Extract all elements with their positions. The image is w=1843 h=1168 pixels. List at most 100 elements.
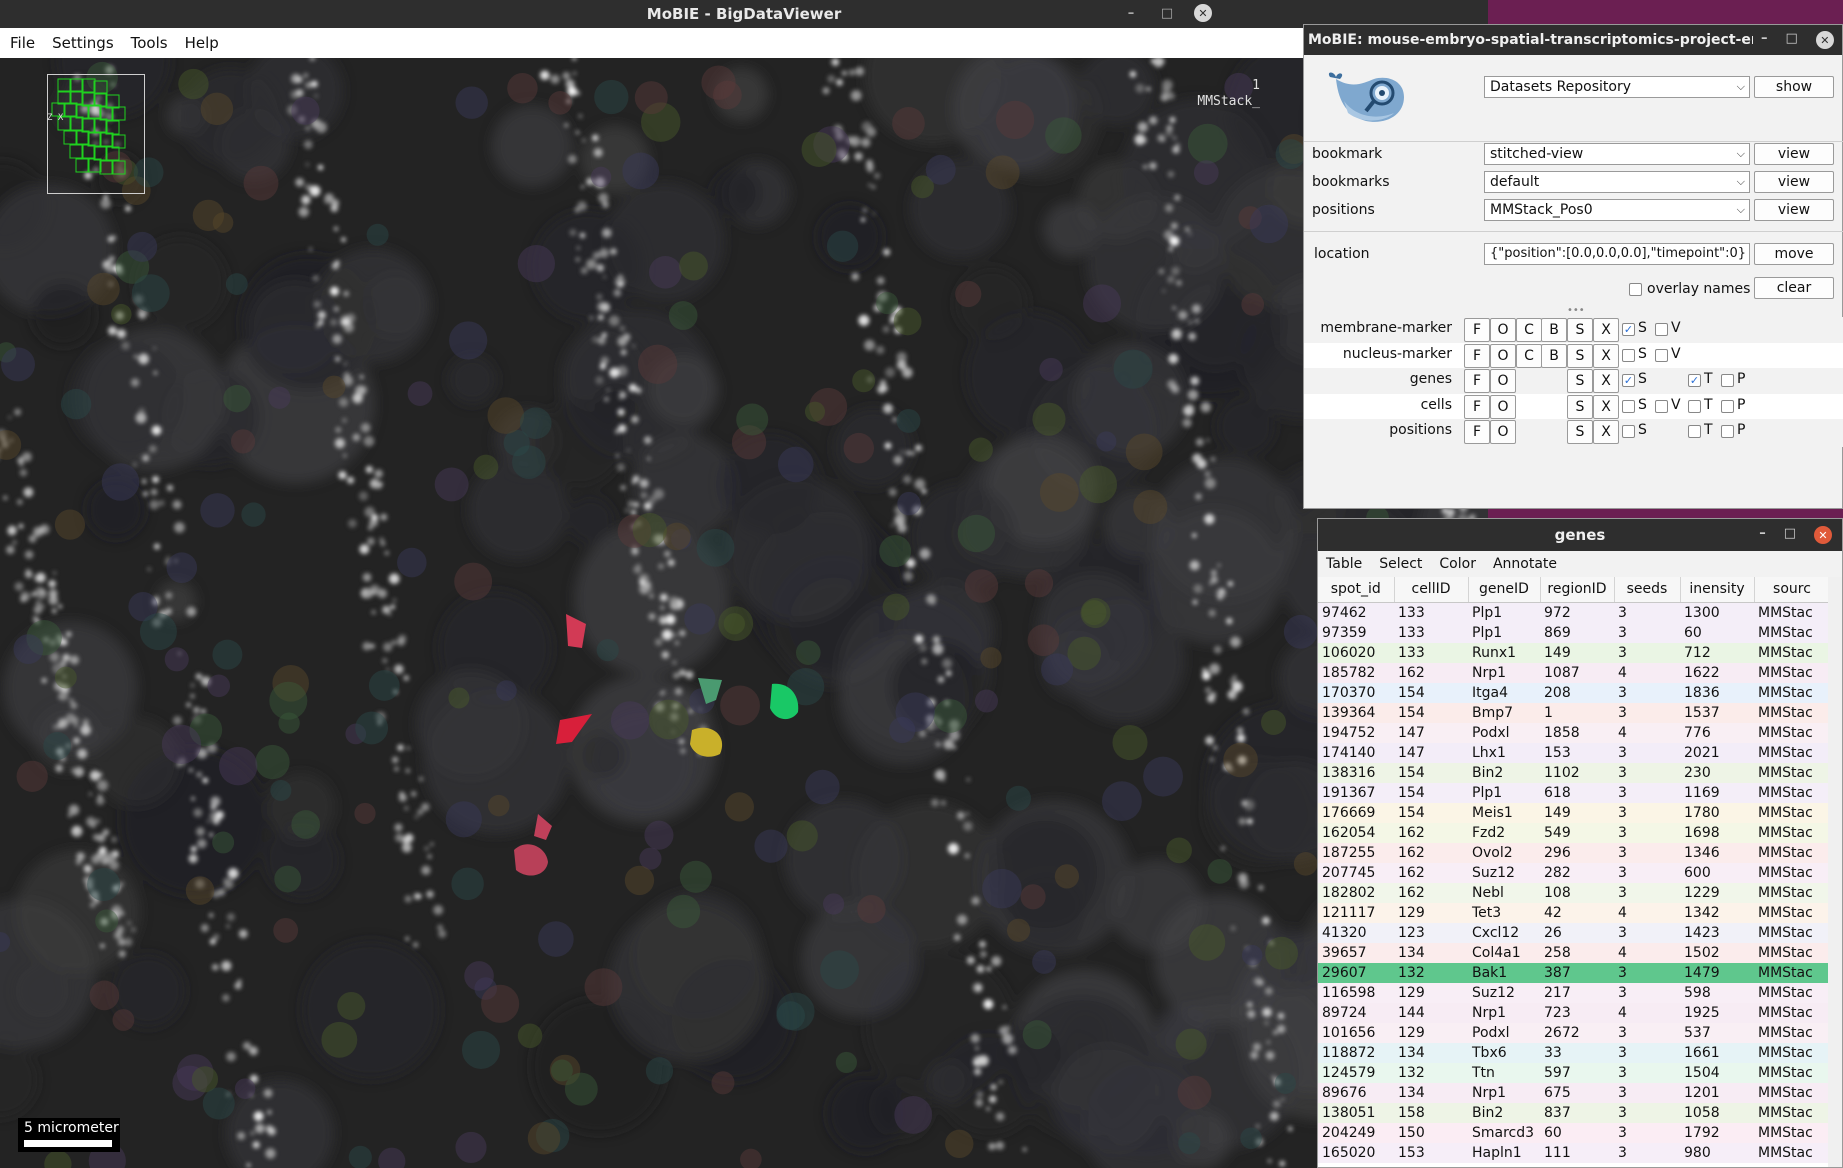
- table-row[interactable]: 29607 132 Bak1 387 3 1479 MMStac: [1318, 962, 1830, 983]
- menu-annotate[interactable]: Annotate: [1493, 556, 1557, 572]
- menu-tools[interactable]: Tools: [131, 34, 168, 52]
- menu-file[interactable]: File: [10, 34, 35, 52]
- source-genes-f-button[interactable]: F: [1464, 369, 1490, 393]
- close-icon[interactable]: ✕: [1194, 4, 1212, 22]
- menu-select[interactable]: Select: [1379, 556, 1422, 572]
- source-positions-o-button[interactable]: O: [1490, 420, 1516, 444]
- source-positions-t-checkbox[interactable]: [1688, 425, 1701, 438]
- source-positions-s-checkbox[interactable]: [1622, 425, 1635, 438]
- source-cells-f-button[interactable]: F: [1464, 395, 1490, 419]
- source-membrane-marker-c-button[interactable]: C: [1516, 318, 1542, 342]
- source-genes-t-checkbox[interactable]: ✓: [1688, 374, 1701, 387]
- clear-button[interactable]: clear: [1754, 277, 1834, 299]
- table-scrollbar[interactable]: [1828, 577, 1842, 1167]
- table-row[interactable]: 138316 154 Bin2 1102 3 230 MMStac: [1318, 762, 1830, 783]
- table-row[interactable]: 41320 123 Cxcl12 26 3 1423 MMStac: [1318, 922, 1830, 943]
- table-row[interactable]: 101656 129 Podxl 2672 3 537 MMStac: [1318, 1022, 1830, 1043]
- table-row[interactable]: 176669 154 Meis1 149 3 1780 MMStac: [1318, 802, 1830, 823]
- table-row[interactable]: 185782 162 Nrp1 1087 4 1622 MMStac: [1318, 662, 1830, 683]
- table-row[interactable]: 118872 134 Tbx6 33 3 1661 MMStac: [1318, 1042, 1830, 1063]
- source-genes-p-checkbox[interactable]: [1721, 374, 1734, 387]
- source-cells-s-checkbox[interactable]: [1622, 400, 1635, 413]
- source-genes-s-button[interactable]: S: [1567, 369, 1593, 393]
- maximize-icon[interactable]: □: [1784, 526, 1796, 544]
- table-row[interactable]: 124579 132 Ttn 597 3 1504 MMStac: [1318, 1062, 1830, 1083]
- source-nucleus-marker-b-button[interactable]: B: [1541, 344, 1567, 368]
- table-row[interactable]: 162054 162 Fzd2 549 3 1698 MMStac: [1318, 822, 1830, 843]
- bookmark-view-button[interactable]: view: [1754, 143, 1834, 165]
- table-row[interactable]: 97359 133 Plp1 869 3 60 MMStac: [1318, 622, 1830, 643]
- table-row[interactable]: 116598 129 Suz12 217 3 598 MMStac: [1318, 982, 1830, 1003]
- close-icon[interactable]: ✕: [1814, 526, 1832, 544]
- table-row[interactable]: 187255 162 Ovol2 296 3 1346 MMStac: [1318, 842, 1830, 863]
- source-nucleus-marker-s-checkbox[interactable]: [1622, 349, 1635, 362]
- source-membrane-marker-s-button[interactable]: S: [1567, 318, 1593, 342]
- table-row[interactable]: 89724 144 Nrp1 723 4 1925 MMStac: [1318, 1002, 1830, 1023]
- source-positions-s-button[interactable]: S: [1567, 420, 1593, 444]
- maximize-icon[interactable]: □: [1786, 31, 1798, 49]
- table-row[interactable]: 165020 153 Hapln1 111 3 980 MMStac: [1318, 1142, 1830, 1163]
- move-button[interactable]: move: [1754, 243, 1834, 265]
- positions-select[interactable]: MMStack_Pos0 ⌵: [1484, 199, 1750, 221]
- source-cells-p-checkbox[interactable]: [1721, 400, 1734, 413]
- column-header-spot_id[interactable]: spot_id: [1318, 577, 1395, 603]
- source-nucleus-marker-f-button[interactable]: F: [1464, 344, 1490, 368]
- menu-table[interactable]: Table: [1326, 556, 1362, 572]
- table-row[interactable]: 174140 147 Lhx1 153 3 2021 MMStac: [1318, 742, 1830, 763]
- source-cells-o-button[interactable]: O: [1490, 395, 1516, 419]
- overview-navigator[interactable]: Z X: [47, 74, 145, 194]
- source-positions-f-button[interactable]: F: [1464, 420, 1490, 444]
- source-nucleus-marker-x-button[interactable]: X: [1593, 344, 1619, 368]
- table-row[interactable]: 207745 162 Suz12 282 3 600 MMStac: [1318, 862, 1830, 883]
- minimize-icon[interactable]: –: [1759, 526, 1766, 544]
- source-nucleus-marker-s-button[interactable]: S: [1567, 344, 1593, 368]
- source-genes-o-button[interactable]: O: [1490, 369, 1516, 393]
- close-icon[interactable]: ✕: [1815, 31, 1834, 49]
- source-nucleus-marker-c-button[interactable]: C: [1516, 344, 1542, 368]
- maximize-icon[interactable]: □: [1158, 4, 1176, 22]
- table-row[interactable]: 139364 154 Bmp7 1 3 1537 MMStac: [1318, 702, 1830, 723]
- source-membrane-marker-x-button[interactable]: X: [1593, 318, 1619, 342]
- source-positions-p-checkbox[interactable]: [1721, 425, 1734, 438]
- column-header-cellID[interactable]: cellID: [1394, 577, 1469, 603]
- table-row[interactable]: 97462 133 Plp1 972 3 1300 MMStac: [1318, 602, 1830, 623]
- show-button[interactable]: show: [1754, 76, 1834, 98]
- bookmarks-view-button[interactable]: view: [1754, 171, 1834, 193]
- repository-select[interactable]: Datasets Repository ⌵: [1484, 76, 1750, 98]
- source-membrane-marker-o-button[interactable]: O: [1490, 318, 1516, 342]
- column-header-geneID[interactable]: geneID: [1468, 577, 1541, 603]
- drag-handle-icon[interactable]: •••: [1567, 305, 1585, 316]
- table-row[interactable]: 121117 129 Tet3 42 4 1342 MMStac: [1318, 902, 1830, 923]
- source-membrane-marker-b-button[interactable]: B: [1541, 318, 1567, 342]
- source-cells-t-checkbox[interactable]: [1688, 400, 1701, 413]
- table-row[interactable]: 170370 154 Itga4 208 3 1836 MMStac: [1318, 682, 1830, 703]
- table-row[interactable]: 106020 133 Runx1 149 3 712 MMStac: [1318, 642, 1830, 663]
- source-cells-v-checkbox[interactable]: [1655, 400, 1668, 413]
- table-row[interactable]: 182802 162 Nebl 108 3 1229 MMStac: [1318, 882, 1830, 903]
- source-membrane-marker-s-checkbox[interactable]: ✓: [1622, 323, 1635, 336]
- column-header-regionID[interactable]: regionID: [1540, 577, 1615, 603]
- bookmark-select[interactable]: stitched-view ⌵: [1484, 143, 1750, 165]
- column-header-seeds[interactable]: seeds: [1614, 577, 1681, 603]
- source-membrane-marker-v-checkbox[interactable]: [1655, 323, 1668, 336]
- source-genes-x-button[interactable]: X: [1593, 369, 1619, 393]
- source-cells-x-button[interactable]: X: [1593, 395, 1619, 419]
- source-nucleus-marker-v-checkbox[interactable]: [1655, 349, 1668, 362]
- image-viewer-canvas[interactable]: Z X 1 MMStack_ 5 micrometer: [0, 58, 1488, 1168]
- table-row[interactable]: 138051 158 Bin2 837 3 1058 MMStac: [1318, 1102, 1830, 1123]
- minimize-icon[interactable]: –: [1122, 4, 1140, 22]
- menu-color[interactable]: Color: [1439, 556, 1476, 572]
- minimize-icon[interactable]: –: [1761, 31, 1768, 49]
- table-row[interactable]: 89676 134 Nrp1 675 3 1201 MMStac: [1318, 1082, 1830, 1103]
- menu-help[interactable]: Help: [185, 34, 219, 52]
- table-row[interactable]: 204249 150 Smarcd3 60 3 1792 MMStac: [1318, 1122, 1830, 1143]
- overlay-names-checkbox[interactable]: [1629, 283, 1642, 296]
- column-header-sourc[interactable]: sourc: [1754, 577, 1831, 603]
- positions-view-button[interactable]: view: [1754, 199, 1834, 221]
- bookmarks-select[interactable]: default ⌵: [1484, 171, 1750, 193]
- source-genes-s-checkbox[interactable]: ✓: [1622, 374, 1635, 387]
- source-cells-s-button[interactable]: S: [1567, 395, 1593, 419]
- location-input[interactable]: {"position":[0.0,0.0,0.0],"timepoint":0}: [1484, 243, 1750, 265]
- table-row[interactable]: 191367 154 Plp1 618 3 1169 MMStac: [1318, 782, 1830, 803]
- menu-settings[interactable]: Settings: [52, 34, 114, 52]
